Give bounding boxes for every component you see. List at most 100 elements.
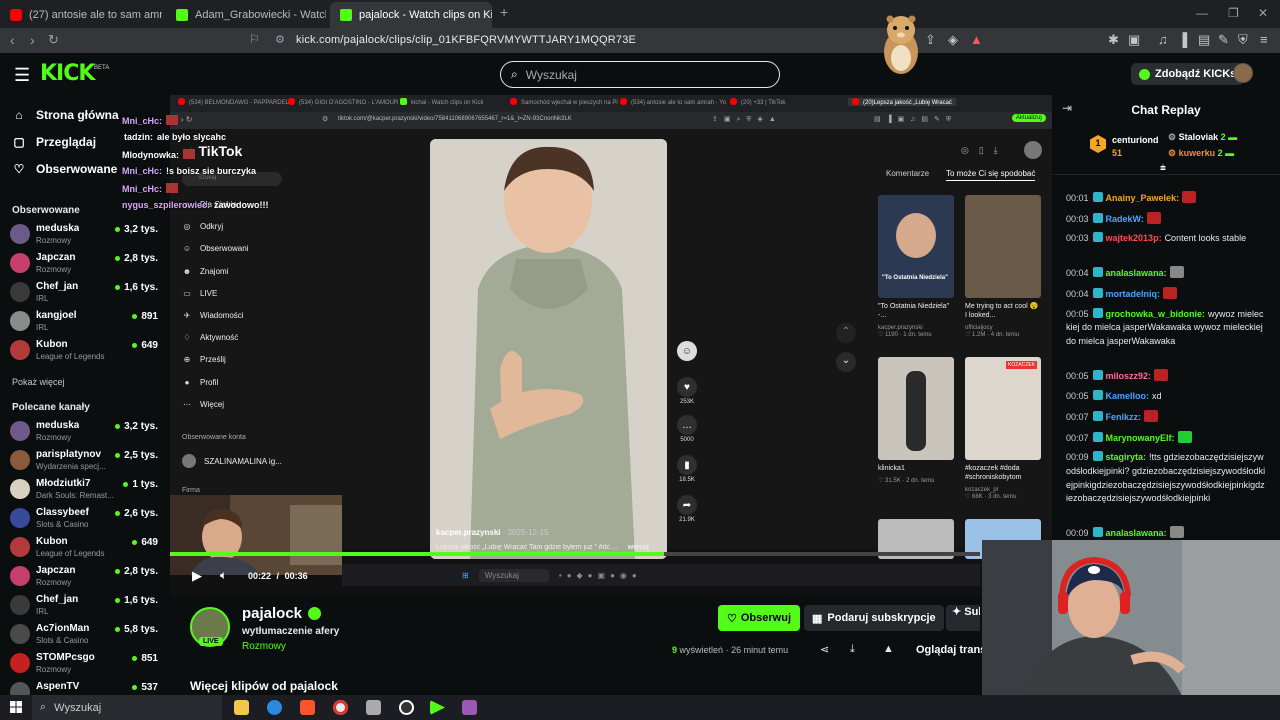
sidebar-channel[interactable]: kangjoel IRL 891 <box>10 309 170 335</box>
back-icon[interactable]: ‹ <box>10 32 15 48</box>
obs-icon[interactable] <box>399 700 414 715</box>
gift-subs-button[interactable]: ▦ Podaruj subskrypcje <box>804 605 944 631</box>
tiktok-page: ♪ TikTok Szukaj ⌂Dla Ciebie◎Odkryj☺Obser… <box>170 129 1052 559</box>
windows-start-icon[interactable] <box>10 701 22 713</box>
channel-name[interactable]: pajalock <box>242 605 322 622</box>
share-icon[interactable]: ⇪ <box>925 32 936 48</box>
viewer-count: 3,2 tys. <box>115 224 158 235</box>
nav-browse[interactable]: ▢ Przeglądaj <box>12 135 96 149</box>
tab-search-icon[interactable]: ▣ <box>1128 32 1140 48</box>
sidebar-channel[interactable]: parisplatynov Wydarzenia specj... 2,5 tys. <box>10 448 170 474</box>
play-icon[interactable]: ▶ <box>192 568 202 584</box>
browser-tab-youtube[interactable]: (27) antosie ale to sam amrah - YouT <box>0 2 162 28</box>
maximize-icon[interactable]: ❐ <box>1228 6 1239 20</box>
site-info-icon[interactable]: ⚙ <box>275 33 285 46</box>
message-username[interactable]: Kamelloo: <box>1106 391 1150 401</box>
volume-icon[interactable]: 🔈︎ <box>220 568 227 583</box>
brave-shield-icon[interactable]: ◈ <box>948 32 958 48</box>
message-username[interactable]: analaslawana: <box>1106 268 1167 278</box>
app-icon-8[interactable] <box>462 700 477 715</box>
clip-video-player[interactable]: (534) BELMONDAWG - PAPPARDELL (534) GIGI … <box>122 95 1052 595</box>
vpn-icon[interactable]: ⛨ <box>1238 32 1248 48</box>
tiktok-logo-text: TikTok <box>198 143 243 159</box>
sidebar-icon[interactable]: ▐ <box>1178 32 1187 47</box>
badge-icon <box>1092 527 1103 538</box>
search-input[interactable]: ⌕ Wyszukaj <box>500 61 780 88</box>
kick-header: ☰ KICK BETA ⌕ Wyszukaj Zdobądź KICKs <box>0 53 1280 95</box>
subscribe-button[interactable]: ✦ Sub <box>946 605 980 631</box>
close-window-icon[interactable]: ✕ <box>1258 6 1268 20</box>
chat-message: 00:09 analaslawana: <box>1066 526 1266 541</box>
rewards-icon[interactable]: ▲ <box>970 32 983 47</box>
sidebar-channel[interactable]: Kubon League of Legends 649 <box>10 338 170 364</box>
download-icon[interactable]: ⤓ <box>850 643 855 656</box>
sidebar-channel[interactable]: Chef_jan IRL 1,6 tys. <box>10 593 170 619</box>
user-avatar[interactable] <box>1233 63 1253 83</box>
browser-tab-adam[interactable]: Adam_Grabowiecki - Watch clips <box>166 2 326 28</box>
new-tab-icon[interactable]: + <box>500 4 508 20</box>
sidebar-channel[interactable]: Ac7ionMan Slots & Casino 5,8 tys. <box>10 622 170 648</box>
reload-icon[interactable]: ↻ <box>48 32 59 48</box>
message-username[interactable]: MarynowanyElf: <box>1106 433 1175 443</box>
clip-progress-bar[interactable] <box>170 552 980 556</box>
nav-home[interactable]: ⌂ Strona główna <box>12 108 118 122</box>
get-kicks-button[interactable]: Zdobądź KICKs <box>1131 63 1245 85</box>
wallet-icon[interactable]: ▤ <box>1198 32 1210 48</box>
emote-icon <box>1144 410 1159 423</box>
leo-icon[interactable]: ✎ <box>1218 32 1229 48</box>
message-username[interactable]: RadekW: <box>1106 214 1144 224</box>
chrome-icon[interactable] <box>333 700 348 715</box>
sidebar-channel[interactable]: meduska Rozmowy 3,2 tys. <box>10 419 170 445</box>
message-username[interactable]: grochowka_w_bidonie: <box>1106 309 1206 319</box>
tiktok-nav-item: ⋯ Więcej <box>183 399 225 409</box>
message-username[interactable]: mortadelniq: <box>1106 289 1161 299</box>
message-username[interactable]: analaslawana: <box>1106 528 1167 538</box>
url-field[interactable]: kick.com/pajalock/clips/clip_01KFBFQRVMY… <box>296 34 636 46</box>
file-explorer-icon[interactable] <box>234 700 249 715</box>
forward-icon[interactable]: › <box>30 32 35 48</box>
message-time: 00:07 <box>1066 432 1089 443</box>
sidebar-channel[interactable]: Japczan Rozmowy 2,8 tys. <box>10 564 170 590</box>
kick-logo[interactable]: KICK <box>40 61 95 86</box>
sidebar-channel[interactable]: STOMPcsgo Rozmowy 851 <box>10 651 170 677</box>
extensions-icon[interactable]: ✱ <box>1108 32 1119 48</box>
message-username[interactable]: miloszz92: <box>1106 371 1152 381</box>
sidebar-channel[interactable]: Kubon League of Legends 649 <box>10 535 170 561</box>
follow-button[interactable]: ♡ Obserwuj <box>718 605 800 631</box>
watch-full-stream-button[interactable]: Oglądaj trans <box>916 644 986 656</box>
browser-tab-pajalock[interactable]: pajalock - Watch clips on Kick ✕ <box>330 2 492 28</box>
sidebar-channel[interactable]: Japczan Rozmowy 2,8 tys. <box>10 251 170 277</box>
app-icon-5[interactable] <box>366 700 381 715</box>
time-display: 00:22 / 00:36 <box>248 571 308 581</box>
taskbar-search[interactable]: ⌕ Wyszukaj <box>32 695 222 720</box>
message-username[interactable]: wajtek2013p: <box>1106 233 1162 243</box>
thumb-person <box>906 371 926 451</box>
edge-icon[interactable] <box>267 700 282 715</box>
message-username[interactable]: Fenikzz: <box>1106 412 1142 422</box>
windows-taskbar: ⌕ Wyszukaj <box>0 695 1280 720</box>
show-more-link[interactable]: Pokaż więcej <box>12 377 65 387</box>
media-icon[interactable]: ♫ <box>1158 32 1168 47</box>
sidebar-channel[interactable]: Chef_jan IRL 1,6 tys. <box>10 280 170 306</box>
viewer-count: 1,6 tys. <box>115 595 158 606</box>
report-icon[interactable]: ▲ <box>883 643 894 655</box>
sidebar-channel[interactable]: Classybeef Slots & Casino 2,6 tys. <box>10 506 170 532</box>
clip-title: wytłumaczenie afery <box>242 626 340 637</box>
message-username[interactable]: stagiryta: <box>1106 452 1147 462</box>
nav-following[interactable]: ♡ Obserwowane <box>12 162 118 176</box>
clip-category[interactable]: Rozmowy <box>242 641 286 652</box>
minimize-icon[interactable]: — <box>1196 6 1208 20</box>
captured-tab: (534) GIGI D'AGOSTINO - L'AMOUR <box>288 98 398 106</box>
bookmark-icon[interactable]: ⚐ <box>249 32 260 46</box>
share-icon[interactable]: ⋖ <box>820 643 829 656</box>
message-username[interactable]: Anainy_Pawelek: <box>1106 193 1180 203</box>
sidebar-channel[interactable]: meduska Rozmowy 3,2 tys. <box>10 222 170 248</box>
sidebar-channel[interactable]: Młodziutki7 Dark Souls: Remast... 1 tys. <box>10 477 170 503</box>
menu-icon[interactable]: ≡ <box>1260 32 1268 47</box>
hamburger-menu-icon[interactable]: ☰ <box>14 65 30 86</box>
captured-tab: (20)Lepsza jakość „Lubię Wracać <box>848 98 956 106</box>
message-time: 00:04 <box>1066 289 1089 299</box>
brave-icon[interactable] <box>300 700 315 715</box>
kick-app-icon[interactable] <box>430 700 445 715</box>
tiktok-logo: ♪ TikTok <box>188 143 242 159</box>
